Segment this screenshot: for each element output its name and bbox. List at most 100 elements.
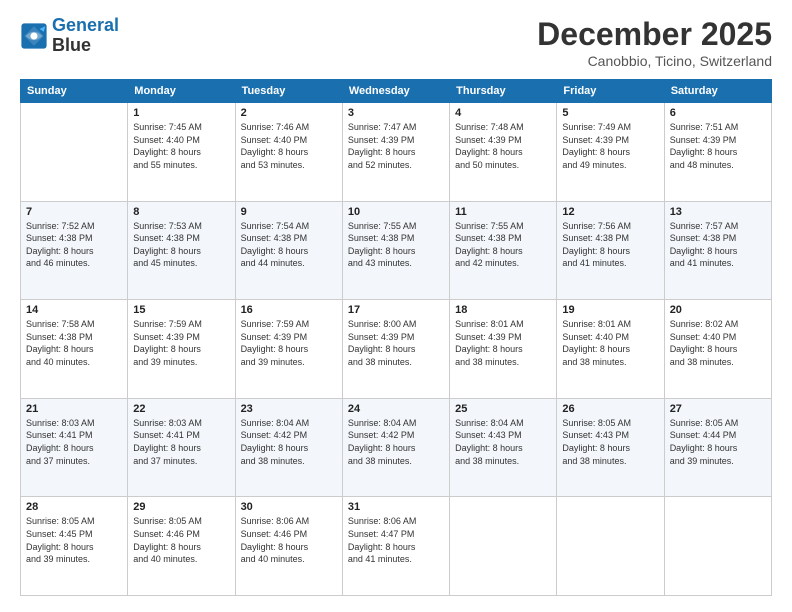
calendar-cell: 12 Sunrise: 7:56 AMSunset: 4:38 PMDayligh…	[557, 201, 664, 300]
day-info: Sunrise: 8:06 AMSunset: 4:47 PMDaylight:…	[348, 515, 444, 565]
day-info: Sunrise: 7:46 AMSunset: 4:40 PMDaylight:…	[241, 121, 337, 171]
day-number: 20	[670, 304, 766, 316]
calendar-cell: 18Sunrise: 8:01 AMSunset: 4:39 PMDayligh…	[450, 300, 557, 399]
logo-line1: General	[52, 15, 119, 35]
day-number: 4	[455, 107, 551, 119]
day-info: Sunrise: 7:55 AMSunset: 4:38 PMDaylight:…	[455, 220, 551, 270]
day-number: 9	[241, 206, 337, 218]
day-info: Sunrise: 7:47 AMSunset: 4:39 PMDaylight:…	[348, 121, 444, 171]
calendar-cell: 11Sunrise: 7:55 AMSunset: 4:38 PMDayligh…	[450, 201, 557, 300]
col-saturday: Saturday	[664, 80, 771, 103]
day-info: Sunrise: 7:53 AMSunset: 4:38 PMDaylight:…	[133, 220, 229, 270]
page: General Blue December 2025 Canobbio, Tic…	[0, 0, 792, 612]
calendar-cell	[21, 103, 128, 202]
calendar-header-row: Sunday Monday Tuesday Wednesday Thursday…	[21, 80, 772, 103]
day-info: Sunrise: 8:05 AMSunset: 4:43 PMDaylight:…	[562, 417, 658, 467]
day-number: 18	[455, 304, 551, 316]
day-info: Sunrise: 7:55 AMSunset: 4:38 PMDaylight:…	[348, 220, 444, 270]
day-info: Sunrise: 7:52 AMSunset: 4:38 PMDaylight:…	[26, 220, 122, 270]
day-number: 31	[348, 501, 444, 513]
day-number: 10	[348, 206, 444, 218]
calendar-cell: 23Sunrise: 8:04 AMSunset: 4:42 PMDayligh…	[235, 398, 342, 497]
day-number: 2	[241, 107, 337, 119]
day-number: 3	[348, 107, 444, 119]
day-info: Sunrise: 7:48 AMSunset: 4:39 PMDaylight:…	[455, 121, 551, 171]
day-info: Sunrise: 7:59 AMSunset: 4:39 PMDaylight:…	[241, 318, 337, 368]
day-number: 12	[562, 206, 658, 218]
day-info: Sunrise: 8:03 AMSunset: 4:41 PMDaylight:…	[26, 417, 122, 467]
day-number: 25	[455, 403, 551, 415]
calendar-cell: 6 Sunrise: 7:51 AMSunset: 4:39 PMDaylight…	[664, 103, 771, 202]
calendar-cell: 2 Sunrise: 7:46 AMSunset: 4:40 PMDaylight…	[235, 103, 342, 202]
location-title: Canobbio, Ticino, Switzerland	[537, 53, 772, 69]
day-number: 28	[26, 501, 122, 513]
day-number: 15	[133, 304, 229, 316]
calendar-cell: 3 Sunrise: 7:47 AMSunset: 4:39 PMDaylight…	[342, 103, 449, 202]
calendar-cell: 27Sunrise: 8:05 AMSunset: 4:44 PMDayligh…	[664, 398, 771, 497]
day-info: Sunrise: 8:03 AMSunset: 4:41 PMDaylight:…	[133, 417, 229, 467]
calendar-week-row-3: 14Sunrise: 7:58 AMSunset: 4:38 PMDayligh…	[21, 300, 772, 399]
calendar-cell	[557, 497, 664, 596]
day-info: Sunrise: 7:56 AMSunset: 4:38 PMDaylight:…	[562, 220, 658, 270]
day-info: Sunrise: 7:57 AMSunset: 4:38 PMDaylight:…	[670, 220, 766, 270]
day-info: Sunrise: 7:45 AMSunset: 4:40 PMDaylight:…	[133, 121, 229, 171]
logo-text: General Blue	[52, 16, 119, 56]
calendar-cell: 13 Sunrise: 7:57 AMSunset: 4:38 PMDayligh…	[664, 201, 771, 300]
day-number: 22	[133, 403, 229, 415]
day-number: 13	[670, 206, 766, 218]
calendar-week-row-4: 21 Sunrise: 8:03 AMSunset: 4:41 PMDayligh…	[21, 398, 772, 497]
day-number: 14	[26, 304, 122, 316]
calendar-cell: 19 Sunrise: 8:01 AMSunset: 4:40 PMDayligh…	[557, 300, 664, 399]
col-monday: Monday	[128, 80, 235, 103]
calendar-cell: 28Sunrise: 8:05 AMSunset: 4:45 PMDayligh…	[21, 497, 128, 596]
day-number: 19	[562, 304, 658, 316]
day-number: 24	[348, 403, 444, 415]
day-info: Sunrise: 8:04 AMSunset: 4:43 PMDaylight:…	[455, 417, 551, 467]
day-number: 17	[348, 304, 444, 316]
calendar-cell: 31 Sunrise: 8:06 AMSunset: 4:47 PMDayligh…	[342, 497, 449, 596]
calendar-cell: 9 Sunrise: 7:54 AMSunset: 4:38 PMDaylight…	[235, 201, 342, 300]
day-number: 21	[26, 403, 122, 415]
day-info: Sunrise: 8:04 AMSunset: 4:42 PMDaylight:…	[241, 417, 337, 467]
day-info: Sunrise: 7:59 AMSunset: 4:39 PMDaylight:…	[133, 318, 229, 368]
month-title: December 2025	[537, 16, 772, 53]
col-thursday: Thursday	[450, 80, 557, 103]
calendar-cell: 25 Sunrise: 8:04 AMSunset: 4:43 PMDayligh…	[450, 398, 557, 497]
calendar-cell: 1 Sunrise: 7:45 AMSunset: 4:40 PMDaylight…	[128, 103, 235, 202]
day-info: Sunrise: 8:05 AMSunset: 4:44 PMDaylight:…	[670, 417, 766, 467]
header: General Blue December 2025 Canobbio, Tic…	[20, 16, 772, 69]
calendar-cell: 15 Sunrise: 7:59 AMSunset: 4:39 PMDayligh…	[128, 300, 235, 399]
calendar-cell: 29 Sunrise: 8:05 AMSunset: 4:46 PMDayligh…	[128, 497, 235, 596]
day-number: 6	[670, 107, 766, 119]
day-info: Sunrise: 7:49 AMSunset: 4:39 PMDaylight:…	[562, 121, 658, 171]
calendar-table: Sunday Monday Tuesday Wednesday Thursday…	[20, 79, 772, 596]
day-info: Sunrise: 7:54 AMSunset: 4:38 PMDaylight:…	[241, 220, 337, 270]
col-wednesday: Wednesday	[342, 80, 449, 103]
day-info: Sunrise: 8:05 AMSunset: 4:46 PMDaylight:…	[133, 515, 229, 565]
logo: General Blue	[20, 16, 119, 56]
day-info: Sunrise: 8:06 AMSunset: 4:46 PMDaylight:…	[241, 515, 337, 565]
day-number: 30	[241, 501, 337, 513]
calendar-cell: 10 Sunrise: 7:55 AMSunset: 4:38 PMDayligh…	[342, 201, 449, 300]
calendar-cell: 20 Sunrise: 8:02 AMSunset: 4:40 PMDayligh…	[664, 300, 771, 399]
calendar-cell: 21 Sunrise: 8:03 AMSunset: 4:41 PMDayligh…	[21, 398, 128, 497]
logo-icon	[20, 22, 48, 50]
calendar-cell: 5Sunrise: 7:49 AMSunset: 4:39 PMDaylight…	[557, 103, 664, 202]
day-number: 16	[241, 304, 337, 316]
title-block: December 2025 Canobbio, Ticino, Switzerl…	[537, 16, 772, 69]
calendar-cell: 8Sunrise: 7:53 AMSunset: 4:38 PMDaylight…	[128, 201, 235, 300]
calendar-cell: 30 Sunrise: 8:06 AMSunset: 4:46 PMDayligh…	[235, 497, 342, 596]
day-info: Sunrise: 7:51 AMSunset: 4:39 PMDaylight:…	[670, 121, 766, 171]
day-info: Sunrise: 8:01 AMSunset: 4:40 PMDaylight:…	[562, 318, 658, 368]
logo-line2: Blue	[52, 36, 119, 56]
col-sunday: Sunday	[21, 80, 128, 103]
col-tuesday: Tuesday	[235, 80, 342, 103]
day-info: Sunrise: 8:02 AMSunset: 4:40 PMDaylight:…	[670, 318, 766, 368]
calendar-cell: 17Sunrise: 8:00 AMSunset: 4:39 PMDayligh…	[342, 300, 449, 399]
day-number: 1	[133, 107, 229, 119]
calendar-cell: 7Sunrise: 7:52 AMSunset: 4:38 PMDaylight…	[21, 201, 128, 300]
calendar-cell: 4 Sunrise: 7:48 AMSunset: 4:39 PMDaylight…	[450, 103, 557, 202]
calendar-cell: 24Sunrise: 8:04 AMSunset: 4:42 PMDayligh…	[342, 398, 449, 497]
calendar-cell	[664, 497, 771, 596]
day-number: 29	[133, 501, 229, 513]
